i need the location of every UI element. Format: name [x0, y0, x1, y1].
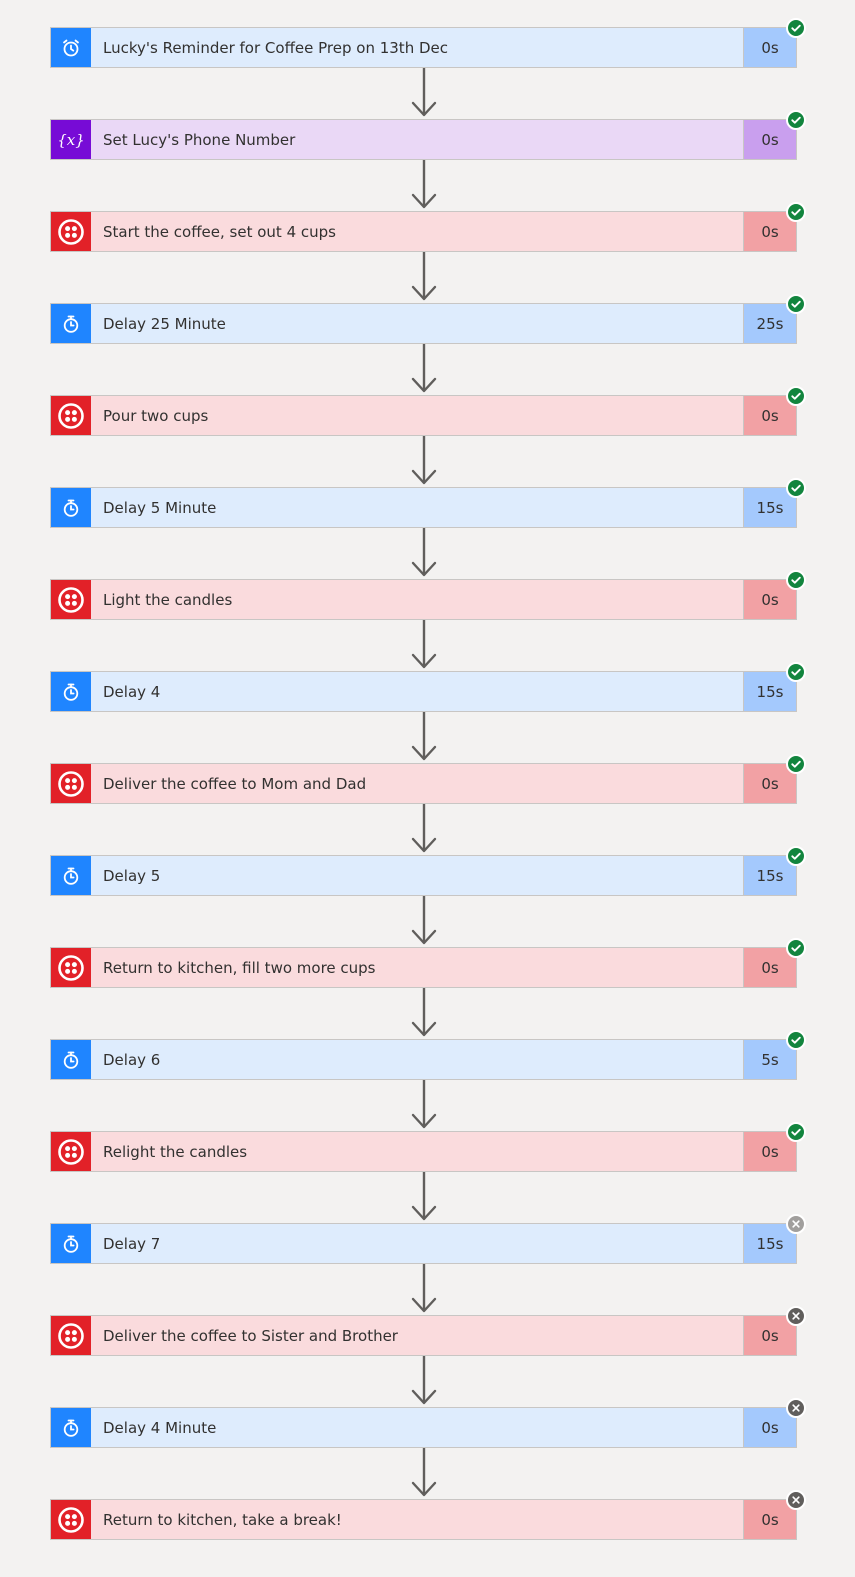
flow-step[interactable]: Return to kitchen, fill two more cups 0s	[50, 938, 806, 988]
step-title: Return to kitchen, fill two more cups	[103, 958, 376, 977]
twilio-icon	[51, 1500, 91, 1539]
connector-arrow-icon	[411, 1448, 437, 1497]
step-title: Delay 5	[103, 866, 161, 885]
step-title: Return to kitchen, take a break!	[103, 1510, 342, 1529]
alarm-clock-icon	[51, 28, 91, 67]
connector-arrow-icon	[411, 712, 437, 761]
success-check-icon	[786, 110, 806, 130]
step-title: Light the candles	[103, 590, 233, 609]
cancelled-x-icon	[786, 1306, 806, 1326]
flow-step[interactable]: Deliver the coffee to Mom and Dad 0s	[50, 754, 806, 804]
connector-arrow-icon	[411, 1080, 437, 1129]
timer-icon	[51, 672, 91, 711]
flow-step[interactable]: Relight the candles 0s	[50, 1122, 806, 1172]
timer-icon	[51, 1408, 91, 1447]
success-check-icon	[786, 754, 806, 774]
success-check-icon	[786, 18, 806, 38]
success-check-icon	[786, 662, 806, 682]
step-title: Delay 5 Minute	[103, 498, 217, 517]
flow-step[interactable]: Start the coffee, set out 4 cups 0s	[50, 202, 806, 252]
flow-step[interactable]: Delay 5 Minute 15s	[50, 478, 806, 528]
success-check-icon	[786, 570, 806, 590]
skipped-x-icon	[786, 1214, 806, 1234]
step-title: Start the coffee, set out 4 cups	[103, 222, 336, 241]
timer-icon	[51, 488, 91, 527]
twilio-icon	[51, 212, 91, 251]
flow-step[interactable]: Delay 6 5s	[50, 1030, 806, 1080]
connector-arrow-icon	[411, 528, 437, 577]
cancelled-x-icon	[786, 1490, 806, 1510]
connector-arrow-icon	[411, 436, 437, 485]
twilio-icon	[51, 764, 91, 803]
connector-arrow-icon	[411, 344, 437, 393]
step-title: Pour two cups	[103, 406, 209, 425]
timer-icon	[51, 856, 91, 895]
connector-arrow-icon	[411, 1356, 437, 1405]
step-title: Set Lucy's Phone Number	[103, 130, 296, 149]
flow-step[interactable]: Pour two cups 0s	[50, 386, 806, 436]
flow-step[interactable]: Delay 7 15s	[50, 1214, 806, 1264]
twilio-icon	[51, 948, 91, 987]
flow-step[interactable]: Deliver the coffee to Sister and Brother…	[50, 1306, 806, 1356]
connector-arrow-icon	[411, 804, 437, 853]
twilio-icon	[51, 1132, 91, 1171]
success-check-icon	[786, 846, 806, 866]
step-title: Delay 25 Minute	[103, 314, 226, 333]
timer-icon	[51, 304, 91, 343]
flow-step[interactable]: Delay 5 15s	[50, 846, 806, 896]
connector-arrow-icon	[411, 1264, 437, 1313]
twilio-icon	[51, 396, 91, 435]
connector-arrow-icon	[411, 1172, 437, 1221]
connector-arrow-icon	[411, 988, 437, 1037]
success-check-icon	[786, 202, 806, 222]
flow-run-canvas: Lucky's Reminder for Coffee Prep on 13th…	[0, 0, 855, 1577]
step-title: Delay 6	[103, 1050, 161, 1069]
cancelled-x-icon	[786, 1398, 806, 1418]
flow-step[interactable]: Return to kitchen, take a break! 0s	[50, 1490, 806, 1540]
twilio-icon	[51, 580, 91, 619]
step-title: Relight the candles	[103, 1142, 248, 1161]
step-title: Delay 4 Minute	[103, 1418, 217, 1437]
flow-step[interactable]: Delay 25 Minute 25s	[50, 294, 806, 344]
step-title: Delay 4	[103, 682, 161, 701]
flow-step[interactable]: Light the candles 0s	[50, 570, 806, 620]
step-title: Lucky's Reminder for Coffee Prep on 13th…	[103, 38, 448, 57]
flow-step[interactable]: Delay 4 Minute 0s	[50, 1398, 806, 1448]
timer-icon	[51, 1040, 91, 1079]
success-check-icon	[786, 386, 806, 406]
step-title: Delay 7	[103, 1234, 161, 1253]
step-title: Deliver the coffee to Mom and Dad	[103, 774, 367, 793]
connector-arrow-icon	[411, 68, 437, 117]
connector-arrow-icon	[411, 252, 437, 301]
success-check-icon	[786, 1122, 806, 1142]
flow-step[interactable]: Delay 4 15s	[50, 662, 806, 712]
success-check-icon	[786, 1030, 806, 1050]
connector-arrow-icon	[411, 160, 437, 209]
flow-step[interactable]: {x} Set Lucy's Phone Number 0s	[50, 110, 806, 160]
svg-text:{x}: {x}	[58, 131, 84, 149]
step-title: Deliver the coffee to Sister and Brother	[103, 1326, 398, 1345]
flow-step[interactable]: Lucky's Reminder for Coffee Prep on 13th…	[50, 18, 806, 68]
timer-icon	[51, 1224, 91, 1263]
variable-icon: {x}	[51, 120, 91, 159]
connector-arrow-icon	[411, 620, 437, 669]
twilio-icon	[51, 1316, 91, 1355]
success-check-icon	[786, 294, 806, 314]
connector-arrow-icon	[411, 896, 437, 945]
success-check-icon	[786, 938, 806, 958]
success-check-icon	[786, 478, 806, 498]
